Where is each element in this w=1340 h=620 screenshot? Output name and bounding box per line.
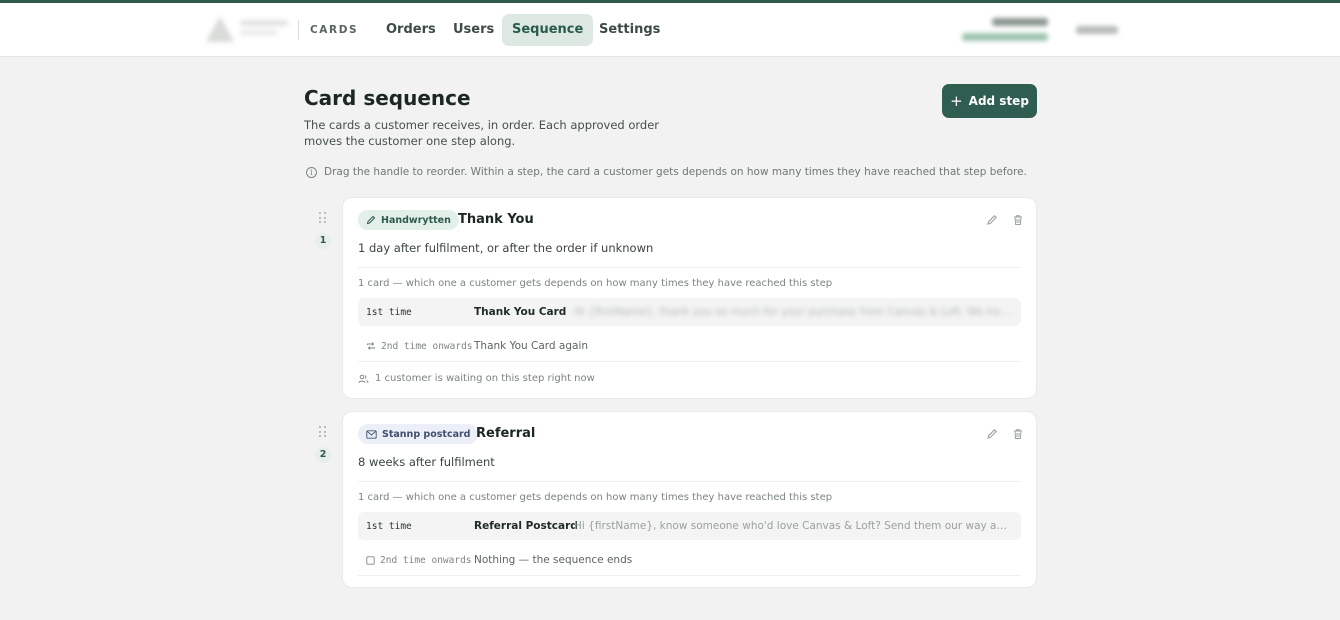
edit-icon[interactable]	[986, 214, 998, 226]
plus-icon: +	[950, 91, 963, 110]
brand-label: CARDS	[310, 24, 359, 36]
info-icon: i	[306, 166, 317, 178]
logout-button[interactable]	[1074, 22, 1120, 38]
page-title: Card sequence	[304, 86, 471, 110]
drag-handle-icon[interactable]	[319, 212, 327, 224]
step-type-badge: Stannp postcard	[358, 424, 479, 444]
step-gutter: 2	[304, 411, 342, 588]
variant-card: Thank You Card again	[474, 340, 589, 352]
trash-icon[interactable]	[1012, 214, 1024, 226]
variant-row[interactable]: 1st time Referral Postcard Hi {firstName…	[358, 512, 1021, 540]
step-name: Referral	[476, 426, 536, 441]
add-step-label: Add step	[968, 94, 1029, 108]
sequence-step: 2 Stannp postcard Referral 8 weeks after…	[304, 411, 1037, 588]
step-card: Handwrytten Thank You 1 day after fulfil…	[342, 197, 1037, 399]
step-type-badge: Handwrytten	[358, 210, 459, 230]
variant-message: Hi {firstName}, know someone who'd love …	[574, 520, 1021, 532]
envelope-icon	[366, 429, 377, 439]
divider	[358, 361, 1021, 362]
step-number: 2	[315, 447, 331, 463]
variant-row[interactable]: 2nd time onwards Thank You Card again	[358, 332, 1021, 360]
divider	[358, 481, 1021, 482]
stop-icon	[366, 555, 375, 565]
hint-text: Drag the handle to reorder. Within a ste…	[324, 166, 1027, 178]
nav-settings[interactable]: Settings	[589, 14, 670, 46]
step-card: Stannp postcard Referral 8 weeks after f…	[342, 411, 1037, 588]
trash-icon[interactable]	[1012, 428, 1024, 440]
variant-row[interactable]: 1st time Thank You Card Hi {firstName}, …	[358, 298, 1021, 326]
repeat-icon	[367, 342, 375, 350]
company-logo[interactable]	[206, 14, 290, 46]
variant-card: Referral Postcard	[474, 520, 578, 532]
variant-message-redacted: Hi {firstName}, thank you so much for yo…	[574, 306, 1021, 318]
drag-handle-icon[interactable]	[319, 426, 327, 438]
step-name: Thank You	[458, 212, 534, 227]
step-timing: 8 weeks after fulfilment	[358, 455, 495, 469]
user-account[interactable]	[958, 15, 1050, 47]
nav-orders[interactable]: Orders	[376, 14, 446, 46]
variant-when: 1st time	[366, 520, 412, 532]
nav-sequence[interactable]: Sequence	[502, 14, 594, 46]
cards-info: 1 card — which one a customer gets depen…	[358, 278, 833, 289]
step-type-label: Handwrytten	[381, 214, 451, 226]
step-type-label: Stannp postcard	[382, 428, 471, 440]
top-nav: CARDS Orders Users Sequence Settings	[0, 3, 1340, 57]
nav-users[interactable]: Users	[443, 14, 504, 46]
divider	[358, 267, 1021, 268]
users-icon	[358, 374, 369, 383]
divider	[358, 575, 1021, 576]
cards-info: 1 card — which one a customer gets depen…	[358, 492, 833, 503]
step-gutter: 1	[304, 197, 342, 399]
pen-icon	[366, 215, 376, 225]
variant-card: Nothing — the sequence ends	[474, 554, 633, 566]
edit-icon[interactable]	[986, 428, 998, 440]
variant-when: 2nd time onwards	[358, 341, 474, 352]
reorder-hint: i Drag the handle to reorder. Within a s…	[306, 166, 1027, 178]
variant-card: Thank You Card	[474, 306, 567, 318]
waiting-customers: 1 customer is waiting on this step right…	[358, 373, 595, 384]
variant-row[interactable]: 2nd time onwards Nothing — the sequence …	[358, 546, 1021, 574]
step-timing: 1 day after fulfilment, or after the ord…	[358, 241, 654, 255]
page-description: The cards a customer receives, in order.…	[304, 118, 660, 148]
add-step-button[interactable]: + Add step	[942, 84, 1037, 118]
variant-when: 1st time	[366, 306, 412, 318]
sequence-step: 1 Handwrytten Thank You 1 day after fulf…	[304, 197, 1037, 399]
step-actions	[986, 428, 1024, 440]
step-number: 1	[315, 233, 331, 249]
step-actions	[986, 214, 1024, 226]
nav-divider	[298, 20, 299, 40]
variant-when: 2nd time onwards	[358, 555, 474, 566]
